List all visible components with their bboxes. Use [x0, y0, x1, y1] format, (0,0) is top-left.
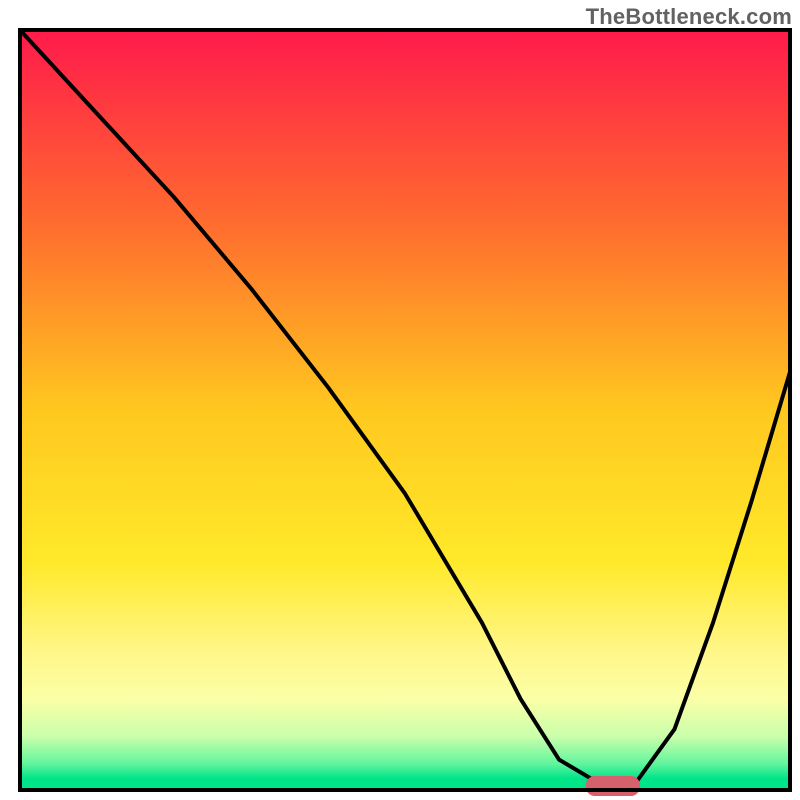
attribution-text: TheBottleneck.com	[586, 4, 792, 30]
bottleneck-chart	[0, 0, 800, 800]
optimal-marker	[586, 776, 640, 796]
chart-background	[20, 30, 790, 790]
